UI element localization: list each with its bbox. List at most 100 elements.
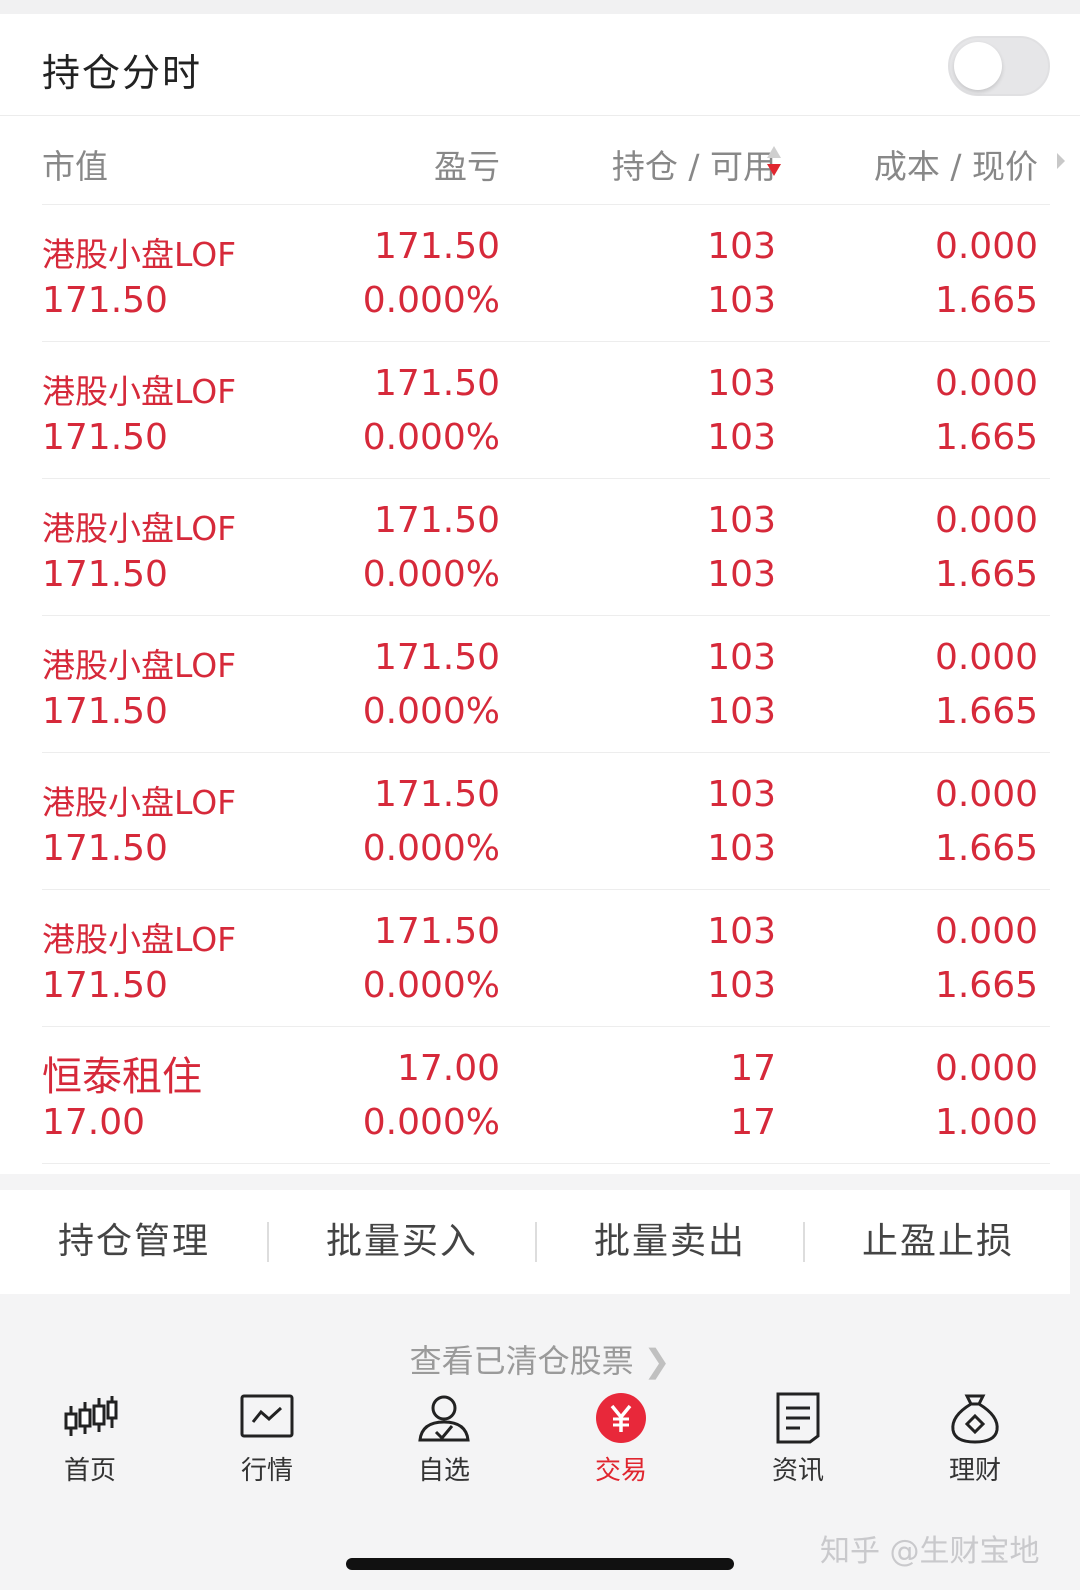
stock-name: 港股小盘LOF <box>42 920 237 959</box>
cost: 0.000 <box>934 637 1038 678</box>
tab-home[interactable]: 首页 <box>30 1392 150 1502</box>
profit-loss-pct: 0.000% <box>362 554 500 595</box>
stock-name: 港股小盘LOF <box>42 235 237 274</box>
candlestick-icon <box>64 1396 118 1436</box>
cost: 0.000 <box>934 500 1038 541</box>
batch-buy-button[interactable]: 批量买入 <box>268 1190 536 1294</box>
market-value: 17.00 <box>42 1102 146 1143</box>
tab-wealth[interactable]: 理财 <box>915 1392 1035 1502</box>
available: 103 <box>707 280 776 321</box>
market-value: 171.50 <box>42 965 168 1006</box>
profit-loss: 17.00 <box>396 1048 500 1089</box>
available: 103 <box>707 965 776 1006</box>
available: 103 <box>707 828 776 869</box>
available: 103 <box>707 691 776 732</box>
position: 103 <box>707 637 776 678</box>
table-header: 市值 盈亏 持仓 / 可用 成本 / 现价 <box>0 116 1080 206</box>
holdings-header: 持仓分时 <box>0 14 1080 116</box>
tab-news[interactable]: 资讯 <box>738 1392 858 1502</box>
profit-loss: 171.50 <box>374 774 500 815</box>
user-check-icon <box>418 1395 470 1442</box>
position: 17 <box>730 1048 776 1089</box>
position: 103 <box>707 911 776 952</box>
tab-market[interactable]: 行情 <box>207 1392 327 1502</box>
col-position-available[interactable]: 持仓 / 可用 <box>612 140 776 188</box>
available: 103 <box>707 417 776 458</box>
profit-loss-pct: 0.000% <box>362 417 500 458</box>
cost: 0.000 <box>934 911 1038 952</box>
col-profit-loss[interactable]: 盈亏 <box>434 140 500 188</box>
yuan-coin-icon <box>596 1393 646 1443</box>
page-title: 持仓分时 <box>42 51 203 95</box>
available: 17 <box>730 1102 776 1143</box>
tab-watchlist[interactable]: 自选 <box>384 1392 504 1502</box>
stock-name: 恒泰租住 <box>42 1054 202 1100</box>
table-row[interactable]: 港股小盘LOF 171.50 171.50 0.000% 103 103 0.0… <box>0 206 1080 344</box>
current-price: 1.665 <box>934 554 1038 595</box>
position: 103 <box>707 774 776 815</box>
table-row[interactable]: 港股小盘LOF 171.50 171.50 0.000% 103 103 0.0… <box>0 480 1080 618</box>
intraday-toggle[interactable] <box>948 36 1050 96</box>
divider <box>42 752 1050 753</box>
line-chart-icon <box>240 1394 294 1438</box>
watermark: 知乎 @生财宝地 <box>820 1534 1040 1569</box>
document-icon <box>776 1392 820 1444</box>
market-value: 171.50 <box>42 554 168 595</box>
tab-label: 资讯 <box>771 1456 824 1486</box>
position-management-button[interactable]: 持仓管理 <box>0 1190 268 1294</box>
top-strip <box>0 0 1080 14</box>
cleared-link-label: 查看已清仓股票 <box>409 1342 634 1380</box>
caret-right-icon[interactable] <box>1056 152 1066 170</box>
current-price: 1.665 <box>934 417 1038 458</box>
divider <box>42 204 1050 205</box>
table-row[interactable]: 港股小盘LOF 171.50 171.50 0.000% 103 103 0.0… <box>0 754 1080 892</box>
profit-loss-pct: 0.000% <box>362 828 500 869</box>
current-price: 1.665 <box>934 691 1038 732</box>
profit-loss-pct: 0.000% <box>362 691 500 732</box>
profit-loss-pct: 0.000% <box>362 280 500 321</box>
table-row[interactable]: 港股小盘LOF 171.50 171.50 0.000% 103 103 0.0… <box>0 617 1080 755</box>
current-price: 1.665 <box>934 828 1038 869</box>
current-price: 1.665 <box>934 965 1038 1006</box>
market-value: 171.50 <box>42 280 168 321</box>
market-value: 171.50 <box>42 828 168 869</box>
divider <box>42 1026 1050 1027</box>
bottom-tab-bar: 首页 行情 自选 交易 资讯 理财 <box>0 1392 1080 1512</box>
profit-loss: 171.50 <box>374 363 500 404</box>
batch-sell-button[interactable]: 批量卖出 <box>536 1190 804 1294</box>
take-profit-stop-loss-button[interactable]: 止盈止损 <box>804 1190 1072 1294</box>
divider <box>42 1163 1050 1164</box>
current-price: 1.665 <box>934 280 1038 321</box>
stock-name: 港股小盘LOF <box>42 646 237 685</box>
action-bar: 持仓管理 批量买入 批量卖出 止盈止损 <box>0 1190 1070 1294</box>
profit-loss: 171.50 <box>374 226 500 267</box>
chevron-right-icon: ❯ <box>643 1342 671 1380</box>
stock-name: 港股小盘LOF <box>42 372 237 411</box>
profit-loss: 171.50 <box>374 637 500 678</box>
position: 103 <box>707 500 776 541</box>
home-indicator[interactable] <box>346 1558 734 1570</box>
tab-label: 自选 <box>417 1456 470 1486</box>
divider <box>42 478 1050 479</box>
cost: 0.000 <box>934 1048 1038 1089</box>
tab-trade[interactable]: 交易 <box>561 1392 681 1502</box>
table-row[interactable]: 恒泰租住 17.00 17.00 0.000% 17 17 0.000 1.00… <box>0 1028 1080 1166</box>
table-row[interactable]: 港股小盘LOF 171.50 171.50 0.000% 103 103 0.0… <box>0 891 1080 1029</box>
profit-loss-pct: 0.000% <box>362 965 500 1006</box>
cost: 0.000 <box>934 226 1038 267</box>
col-cost-price[interactable]: 成本 / 现价 <box>874 140 1038 188</box>
col-market-value: 市值 <box>42 147 108 186</box>
view-cleared-stocks-link[interactable]: 查看已清仓股票 ❯ <box>0 1336 1080 1382</box>
divider <box>42 615 1050 616</box>
position: 103 <box>707 226 776 267</box>
profit-loss-pct: 0.000% <box>362 1102 500 1143</box>
stock-name: 港股小盘LOF <box>42 509 237 548</box>
sort-icon[interactable] <box>766 144 782 178</box>
position: 103 <box>707 363 776 404</box>
money-bag-icon <box>951 1394 999 1444</box>
stock-name: 港股小盘LOF <box>42 783 237 822</box>
toggle-knob <box>954 42 1002 90</box>
table-row[interactable]: 港股小盘LOF 171.50 171.50 0.000% 103 103 0.0… <box>0 343 1080 481</box>
available: 103 <box>707 554 776 595</box>
profit-loss: 171.50 <box>374 500 500 541</box>
